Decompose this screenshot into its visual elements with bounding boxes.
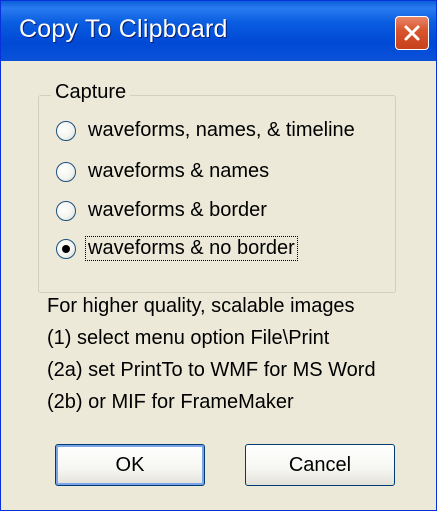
- window-title: Copy To Clipboard: [19, 15, 228, 43]
- close-button[interactable]: [395, 16, 429, 50]
- radio-label: waveforms & border: [88, 199, 267, 221]
- radio-dot-icon: [62, 245, 70, 253]
- radio-button[interactable]: [56, 201, 76, 221]
- cancel-button[interactable]: Cancel: [245, 444, 395, 486]
- radio-label: waveforms & names: [88, 160, 270, 182]
- radio-button[interactable]: [56, 162, 76, 182]
- radio-button-selected[interactable]: [56, 239, 76, 259]
- radio-button[interactable]: [56, 121, 76, 141]
- dialog-window: Copy To Clipboard Capture waveforms, nam…: [0, 0, 437, 511]
- info-line: (2a) set PrintTo to WMF for MS Word: [47, 359, 376, 381]
- radio-label: waveforms & no border: [85, 236, 298, 261]
- info-line: For higher quality, scalable images: [47, 295, 355, 317]
- radio-label: waveforms, names, & timeline: [88, 119, 355, 141]
- ok-button[interactable]: OK: [55, 444, 205, 486]
- info-line: (1) select menu option File\Print: [47, 327, 330, 349]
- capture-group-label: Capture: [51, 81, 131, 104]
- close-icon: [404, 25, 420, 41]
- dialog-content: Capture waveforms, names, & timeline wav…: [5, 61, 432, 508]
- info-line: (2b) or MIF for FrameMaker: [47, 391, 294, 413]
- title-bar[interactable]: Copy To Clipboard: [1, 1, 436, 61]
